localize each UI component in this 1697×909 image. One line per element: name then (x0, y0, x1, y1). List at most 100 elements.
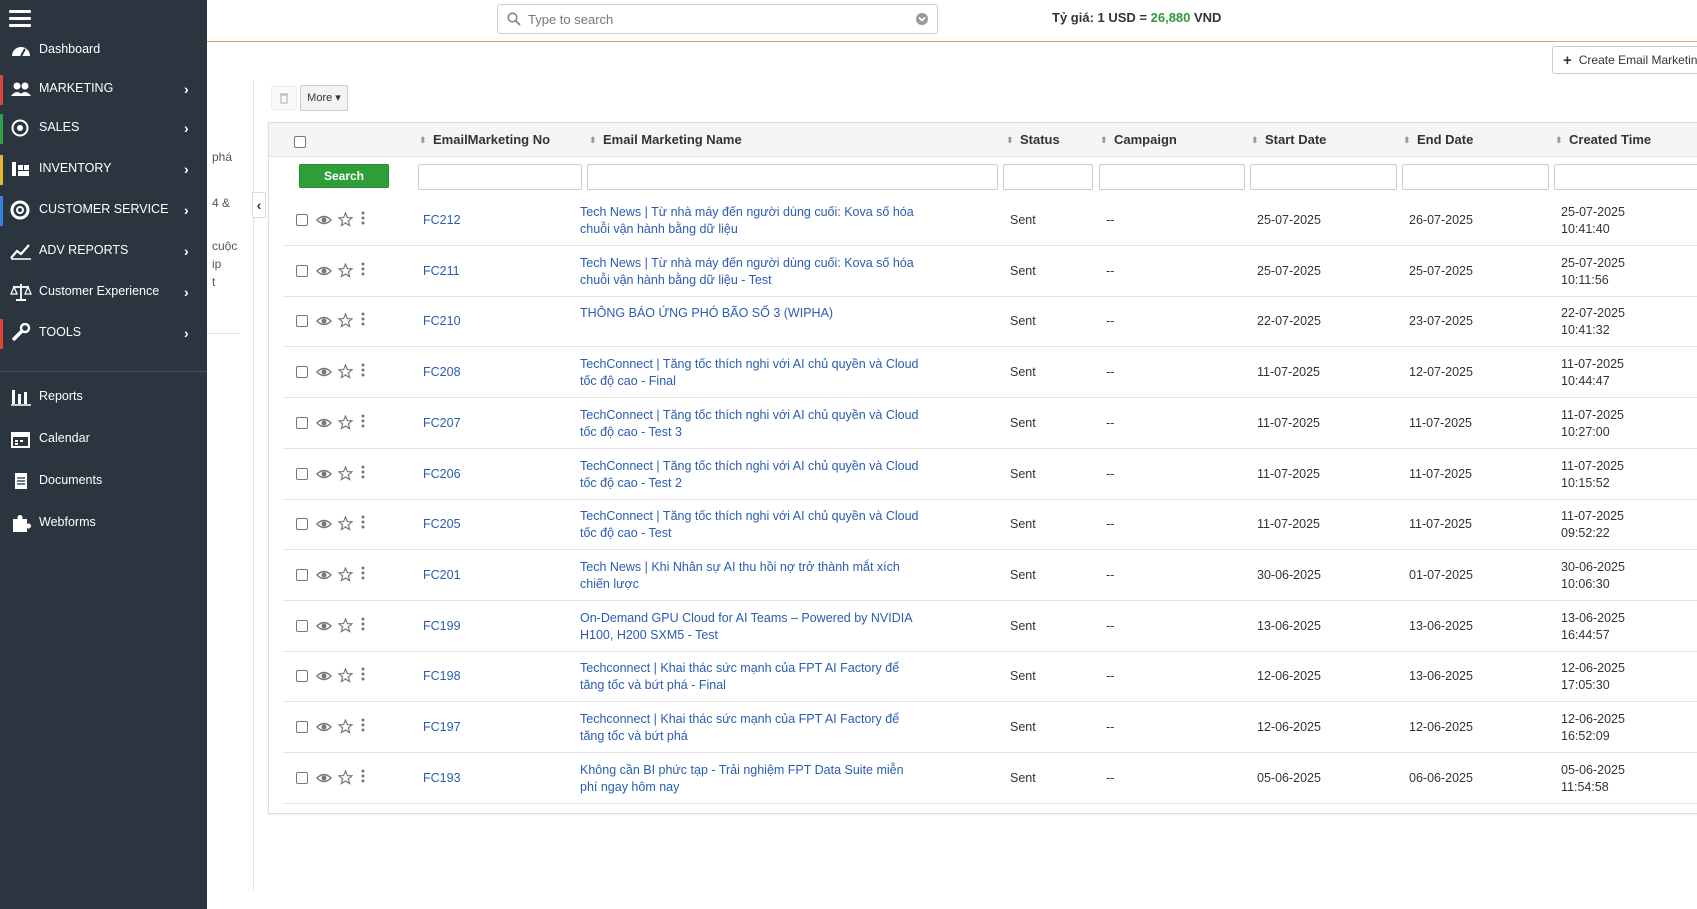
record-no-link[interactable]: FC201 (423, 568, 461, 582)
eye-icon[interactable] (316, 264, 332, 278)
filter-created-time-input[interactable] (1554, 164, 1697, 190)
select-all-checkbox[interactable] (294, 136, 306, 148)
star-icon[interactable] (338, 465, 353, 481)
search-button[interactable]: Search (299, 164, 389, 188)
filter-name-input[interactable] (587, 164, 998, 190)
sidebar-item-dashboard[interactable]: Dashboard (0, 32, 207, 68)
column-header-campaign[interactable]: ⬍ Campaign (1100, 132, 1177, 147)
more-vertical-icon[interactable] (361, 617, 365, 631)
sidebar-item-customer-experience[interactable]: Customer Experience › (0, 274, 207, 310)
record-no-link[interactable]: FC193 (423, 771, 461, 785)
row-checkbox[interactable] (296, 518, 308, 531)
record-name-link[interactable]: Tech News | Từ nhà máy đến người dùng cu… (580, 255, 920, 289)
filter-end-date-input[interactable] (1402, 164, 1549, 190)
row-checkbox[interactable] (296, 214, 308, 226)
eye-icon[interactable] (316, 517, 332, 531)
more-vertical-icon[interactable] (361, 515, 365, 529)
star-icon[interactable] (338, 414, 353, 430)
eye-icon[interactable] (316, 720, 332, 734)
filter-campaign-input[interactable] (1099, 164, 1245, 190)
sidebar-item-tools[interactable]: TOOLS › (0, 315, 207, 351)
star-icon[interactable] (338, 516, 353, 532)
row-checkbox[interactable] (296, 670, 308, 683)
delete-button[interactable] (271, 86, 297, 110)
row-checkbox[interactable] (296, 315, 308, 328)
row-checkbox[interactable] (296, 771, 308, 784)
record-name-link[interactable]: Tech News | Từ nhà máy đến người dùng cu… (580, 204, 920, 238)
eye-icon[interactable] (316, 619, 332, 633)
sidebar-item-customer-service[interactable]: CUSTOMER SERVICE › (0, 192, 207, 228)
eye-icon[interactable] (316, 213, 332, 227)
sidebar-item-sales[interactable]: SALES › (0, 110, 207, 146)
sidebar-item-webforms[interactable]: Webforms (0, 505, 207, 541)
column-header-end-date[interactable]: ⬍ End Date (1403, 132, 1473, 147)
more-vertical-icon[interactable] (361, 211, 365, 225)
sidebar-item-adv-reports[interactable]: ADV REPORTS › (0, 233, 207, 269)
record-no-link[interactable]: FC210 (423, 314, 461, 328)
eye-icon[interactable] (316, 314, 332, 328)
row-checkbox[interactable] (296, 264, 308, 277)
star-icon[interactable] (338, 212, 353, 227)
row-checkbox[interactable] (296, 619, 308, 632)
star-icon[interactable] (338, 364, 353, 380)
chevron-down-icon[interactable] (915, 12, 929, 26)
star-icon[interactable] (338, 262, 353, 278)
filter-start-date-input[interactable] (1250, 164, 1397, 190)
star-icon[interactable] (338, 566, 353, 582)
more-vertical-icon[interactable] (361, 769, 365, 783)
more-vertical-icon[interactable] (361, 312, 365, 326)
menu-icon[interactable] (9, 10, 31, 28)
global-search[interactable] (497, 4, 938, 34)
record-no-link[interactable]: FC205 (423, 517, 461, 531)
star-icon[interactable] (338, 668, 353, 684)
row-checkbox[interactable] (296, 416, 308, 429)
more-vertical-icon[interactable] (361, 465, 365, 479)
column-header-start-date[interactable]: ⬍ Start Date (1251, 132, 1326, 147)
more-vertical-icon[interactable] (361, 363, 365, 377)
more-vertical-icon[interactable] (361, 718, 365, 732)
filter-status-input[interactable] (1003, 164, 1093, 190)
record-name-link[interactable]: TechConnect | Tăng tốc thích nghi với AI… (580, 356, 920, 390)
record-name-link[interactable]: Techconnect | Khai thác sức mạnh của FPT… (580, 660, 920, 694)
column-header-created-time[interactable]: ⬍ Created Time (1555, 132, 1651, 147)
record-name-link[interactable]: TechConnect | Tăng tốc thích nghi với AI… (580, 508, 920, 542)
record-name-link[interactable]: TechConnect | Tăng tốc thích nghi với AI… (580, 407, 920, 441)
more-vertical-icon[interactable] (361, 262, 365, 276)
star-icon[interactable] (338, 719, 353, 734)
sidebar-item-documents[interactable]: Documents (0, 463, 207, 499)
column-header-no[interactable]: ⬍ EmailMarketing No (419, 132, 550, 147)
row-checkbox[interactable] (296, 568, 308, 581)
row-checkbox[interactable] (296, 366, 308, 379)
record-no-link[interactable]: FC212 (423, 213, 461, 227)
record-name-link[interactable]: Tech News | Khi Nhân sự AI thu hồi nợ tr… (580, 559, 920, 593)
collapse-panel-button[interactable]: ‹ (252, 192, 266, 218)
more-vertical-icon[interactable] (361, 667, 365, 681)
sidebar-item-reports[interactable]: Reports (0, 379, 207, 415)
column-header-status[interactable]: ⬍ Status (1006, 132, 1060, 147)
star-icon[interactable] (338, 313, 353, 329)
more-dropdown-button[interactable]: More ▾ (300, 85, 348, 111)
record-name-link[interactable]: On-Demand GPU Cloud for AI Teams – Power… (580, 610, 920, 644)
more-vertical-icon[interactable] (361, 414, 365, 428)
record-no-link[interactable]: FC199 (423, 619, 461, 633)
eye-icon[interactable] (316, 365, 332, 379)
sidebar-item-inventory[interactable]: INVENTORY › (0, 151, 207, 187)
record-name-link[interactable]: THÔNG BÁO ỨNG PHÓ BÃO SỐ 3 (WIPHA) (580, 305, 920, 322)
eye-icon[interactable] (316, 467, 332, 481)
star-icon[interactable] (338, 769, 353, 785)
record-no-link[interactable]: FC198 (423, 669, 461, 683)
filter-no-input[interactable] (418, 164, 582, 190)
row-checkbox[interactable] (296, 467, 308, 480)
record-no-link[interactable]: FC206 (423, 467, 461, 481)
record-no-link[interactable]: FC207 (423, 416, 461, 430)
eye-icon[interactable] (316, 771, 332, 785)
sidebar-item-marketing[interactable]: MARKETING › (0, 71, 207, 107)
search-input[interactable] (526, 9, 896, 29)
star-icon[interactable] (338, 617, 353, 633)
create-email-marketing-button[interactable]: + Create Email Marketing (1552, 46, 1697, 74)
eye-icon[interactable] (316, 568, 332, 582)
column-header-name[interactable]: ⬍ Email Marketing Name (589, 132, 742, 147)
record-no-link[interactable]: FC211 (423, 264, 460, 278)
row-checkbox[interactable] (296, 721, 308, 733)
record-name-link[interactable]: Techconnect | Khai thác sức mạnh của FPT… (580, 711, 920, 745)
